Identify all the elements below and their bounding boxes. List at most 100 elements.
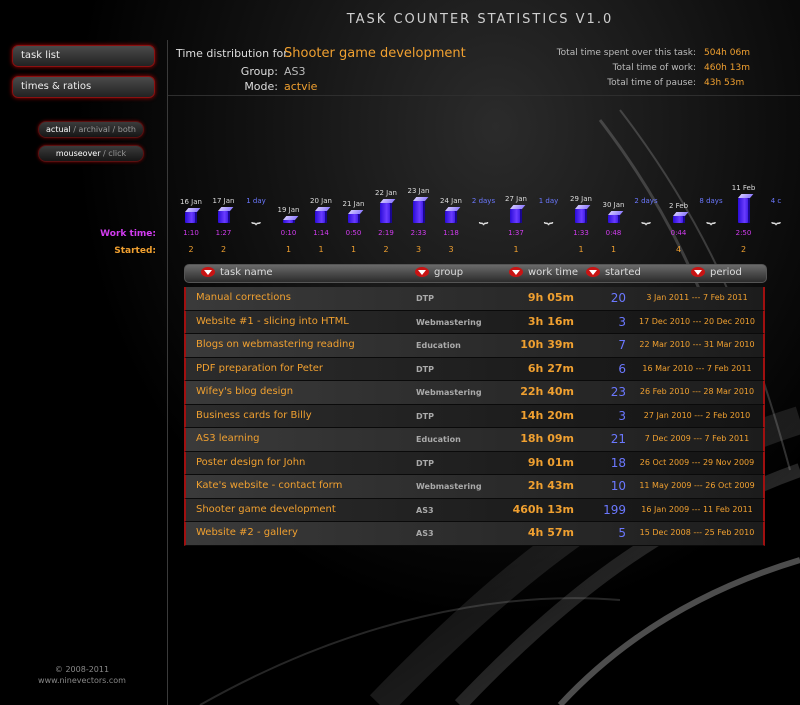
day-date: 27 Jan	[505, 195, 527, 203]
table-row[interactable]: Kate's website - contact form Webmasterin…	[184, 475, 765, 499]
timeline-day[interactable]: 17 Jan 1:27 2	[207, 175, 241, 265]
task-name-cell: Blogs on webmastering reading	[196, 339, 355, 350]
day-started-count: 1	[610, 245, 617, 254]
group-cell: AS3	[416, 505, 434, 515]
sort-group[interactable]: group	[415, 267, 463, 278]
brace-icon: ⏟	[706, 205, 716, 224]
period-cell: 7 Dec 2009 --- 7 Feb 2011	[644, 434, 750, 443]
table-row[interactable]: Manual corrections DTP 9h 05m 20 3 Jan 2011 …	[184, 287, 765, 311]
started-cell: 5	[618, 526, 626, 540]
timeline-day[interactable]: 30 Jan 0:48 1	[597, 175, 631, 265]
started-cell: 18	[610, 455, 626, 470]
day-started-count: 2	[740, 245, 747, 254]
table-row[interactable]: Website #2 - gallery AS3 4h 57m 5 15 Dec 200…	[184, 522, 765, 546]
work-time-bar[interactable]	[315, 211, 327, 223]
day-started-count: 3	[448, 245, 454, 254]
work-time-bar[interactable]	[737, 198, 750, 223]
task-list-button[interactable]: task list	[12, 45, 155, 67]
table-row[interactable]: Wifey's blog design Webmastering 22h 40m 23…	[184, 381, 765, 405]
work-time-cell: 4h 57m	[527, 526, 574, 539]
work-time-bar[interactable]	[412, 201, 425, 223]
work-time-cell: 3h 16m	[527, 314, 574, 328]
day-date: 23 Jan	[407, 187, 430, 195]
timeline-day[interactable]: 11 Feb 2:50 2	[727, 175, 761, 265]
times-ratios-button[interactable]: times & ratios	[12, 76, 155, 98]
gap-label: 2 days	[634, 197, 658, 205]
work-time-bar[interactable]	[185, 212, 197, 223]
mode-value: actvie	[284, 80, 318, 93]
total-spent-label: Total time spent over this task:	[556, 48, 696, 58]
work-time-bar[interactable]	[672, 216, 685, 223]
table-row[interactable]: Shooter game development AS3 460h 13m 199 16…	[184, 498, 765, 522]
work-time-bar[interactable]	[510, 209, 522, 223]
timeline-gap: 1 day ⏟	[239, 197, 273, 223]
task-name-cell: Wifey's blog design	[196, 386, 294, 397]
group-cell: DTP	[416, 411, 434, 421]
sort-arrow-icon	[586, 267, 600, 277]
work-time-bar[interactable]	[347, 214, 360, 223]
brace-icon: ⏟	[478, 205, 489, 224]
group-cell: DTP	[416, 458, 434, 468]
timeline-day[interactable]: 23 Jan 2:33 3	[402, 175, 436, 265]
day-date: 20 Jan	[310, 197, 332, 205]
sort-period[interactable]: period	[691, 267, 742, 278]
sort-task-name[interactable]: task name	[201, 267, 273, 278]
day-started-count: 1	[350, 245, 357, 254]
period-cell: 26 Oct 2009 --- 29 Nov 2009	[639, 457, 755, 467]
day-work-time: 0:50	[345, 229, 362, 237]
sort-started[interactable]: started	[586, 267, 641, 278]
timeline-day[interactable]: 29 Jan 1:33 1	[564, 175, 598, 265]
work-time-bar[interactable]	[282, 220, 295, 223]
work-time-cell: 18h 09m	[520, 432, 574, 445]
timeline-day[interactable]: 21 Jan 0:50 1	[337, 175, 371, 265]
day-started-count: 2	[220, 245, 227, 254]
work-time-bar[interactable]	[380, 203, 392, 223]
timeline-day[interactable]: 24 Jan 1:18 3	[434, 175, 468, 265]
started-cell: 7	[618, 338, 626, 352]
mode-label: Mode:	[244, 80, 278, 93]
day-started-count: 2	[188, 245, 194, 254]
task-name-cell: Kate's website - contact form	[196, 480, 343, 491]
group-label: Group:	[240, 65, 278, 78]
timeline-day[interactable]: 2 Feb 0:44 4	[662, 175, 696, 265]
timeline-day[interactable]: 22 Jan 2:19 2	[369, 175, 403, 265]
work-time-cell: 9h 05m	[527, 291, 574, 304]
task-name-cell: Website #1 - slicing into HTML	[196, 315, 349, 327]
timeline-day[interactable]: 16 Jan 1:10 2	[174, 175, 208, 265]
work-time-cell: 22h 40m	[520, 385, 574, 398]
task-name-cell: Shooter game development	[196, 503, 336, 515]
work-time-bar[interactable]	[607, 215, 620, 223]
task-name-cell: Business cards for Billy	[196, 409, 312, 421]
work-time-cell: 10h 39m	[520, 338, 574, 351]
group-cell: DTP	[416, 364, 434, 374]
total-work-value: 460h 13m	[704, 63, 750, 73]
timeline-day[interactable]: 27 Jan 1:37 1	[499, 175, 533, 265]
sort-work-time[interactable]: work time	[509, 267, 578, 278]
timeline-day[interactable]: 19 Jan 0:10 1	[272, 175, 306, 265]
period-cell: 16 Mar 2010 --- 7 Feb 2011	[642, 363, 752, 373]
period-cell: 22 Mar 2010 --- 31 Mar 2010	[639, 340, 755, 349]
trigger-mode-options: / click	[100, 149, 127, 158]
work-time-bar[interactable]	[445, 211, 457, 223]
day-date: 24 Jan	[440, 197, 462, 205]
timeline-day[interactable]: 20 Jan 1:14 1	[304, 175, 338, 265]
trigger-mode-active: mouseover	[55, 149, 101, 158]
group-cell: Webmastering	[416, 482, 482, 491]
day-work-time: 2:33	[410, 229, 427, 237]
day-work-time: 0:48	[605, 229, 622, 237]
work-time-bar[interactable]	[575, 209, 587, 223]
work-time-bar[interactable]	[217, 211, 230, 223]
table-row[interactable]: PDF preparation for Peter DTP 6h 27m 6 16 Ma…	[184, 357, 765, 381]
table-row[interactable]: Poster design for John DTP 9h 01m 18 26 Oct …	[184, 451, 765, 475]
work-time-cell: 2h 43m	[527, 479, 574, 492]
trigger-mode-toggle[interactable]: mouseover / click	[38, 145, 144, 162]
work-time-cell: 6h 27m	[527, 361, 574, 375]
view-mode-toggle[interactable]: actual / archival / both	[38, 121, 144, 138]
period-cell: 26 Feb 2010 --- 28 Mar 2010	[639, 387, 755, 396]
table-row[interactable]: Blogs on webmastering reading Education 10…	[184, 334, 765, 358]
table-row[interactable]: AS3 learning Education 18h 09m 21 7 Dec 2009…	[184, 428, 765, 452]
table-row[interactable]: Website #1 - slicing into HTML Webmasteri…	[184, 310, 765, 334]
day-work-time: 0:10	[280, 229, 297, 237]
website-link[interactable]: www.ninevectors.com	[12, 675, 152, 686]
table-row[interactable]: Business cards for Billy DTP 14h 20m 3 27 Ja…	[184, 404, 765, 428]
